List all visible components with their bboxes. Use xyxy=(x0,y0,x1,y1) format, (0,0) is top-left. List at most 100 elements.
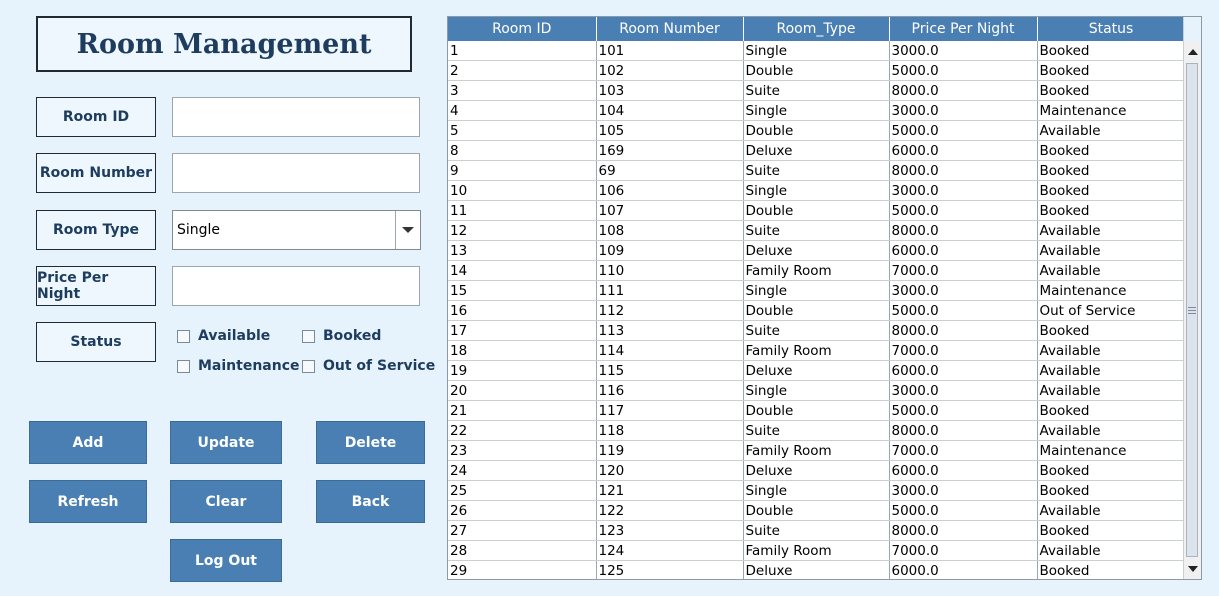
table-cell[interactable]: 103 xyxy=(596,80,744,101)
table-cell[interactable]: 3 xyxy=(448,80,597,101)
table-cell[interactable]: 69 xyxy=(596,160,744,181)
table-cell[interactable]: Suite xyxy=(743,320,890,341)
table-cell[interactable]: 5000.0 xyxy=(889,60,1038,81)
status-available-checkbox[interactable]: Available xyxy=(177,328,270,344)
table-cell[interactable]: 7000.0 xyxy=(889,340,1038,361)
table-cell[interactable]: Family Room xyxy=(743,440,890,461)
table-cell[interactable]: 2 xyxy=(448,60,597,81)
table-row[interactable]: 27 123 Suite 8000.0 Booked xyxy=(448,520,1186,541)
column-header[interactable]: Status xyxy=(1037,17,1186,41)
clear-button[interactable]: Clear xyxy=(170,480,282,523)
table-cell[interactable]: 9 xyxy=(448,160,597,181)
table-cell[interactable]: Single xyxy=(743,180,890,201)
column-header[interactable]: Price Per Night xyxy=(889,17,1038,41)
price-input[interactable] xyxy=(172,266,420,306)
table-row[interactable]: 5 105 Double 5000.0 Available xyxy=(448,120,1186,141)
scroll-thumb[interactable] xyxy=(1186,63,1198,557)
table-row[interactable]: 29 125 Deluxe 6000.0 Booked xyxy=(448,560,1186,579)
table-cell[interactable]: 21 xyxy=(448,400,597,421)
table-row[interactable]: 16 112 Double 5000.0 Out of Service xyxy=(448,300,1186,321)
table-cell[interactable]: Single xyxy=(743,380,890,401)
table-cell[interactable]: 24 xyxy=(448,460,597,481)
table-cell[interactable]: 6000.0 xyxy=(889,560,1038,579)
table-cell[interactable]: 114 xyxy=(596,340,744,361)
checkbox-box[interactable] xyxy=(177,359,190,373)
table-row[interactable]: 3 103 Suite 8000.0 Booked xyxy=(448,80,1186,101)
table-cell[interactable]: 120 xyxy=(596,460,744,481)
table-cell[interactable]: 110 xyxy=(596,260,744,281)
column-header[interactable]: Room ID xyxy=(448,17,597,41)
table-cell[interactable]: 123 xyxy=(596,520,744,541)
table-cell[interactable]: 11 xyxy=(448,200,597,221)
table-cell[interactable]: Booked xyxy=(1037,60,1186,81)
table-cell[interactable]: 17 xyxy=(448,320,597,341)
table-cell[interactable]: Double xyxy=(743,300,890,321)
column-header[interactable]: Room Number xyxy=(596,17,744,41)
table-cell[interactable]: Available xyxy=(1037,500,1186,521)
table-cell[interactable]: 15 xyxy=(448,280,597,301)
table-cell[interactable]: Available xyxy=(1037,240,1186,261)
table-cell[interactable]: Booked xyxy=(1037,140,1186,161)
table-cell[interactable]: 118 xyxy=(596,420,744,441)
table-row[interactable]: 1 101 Single 3000.0 Booked xyxy=(448,41,1186,61)
table-cell[interactable]: 10 xyxy=(448,180,597,201)
dropdown-arrow-button[interactable] xyxy=(395,211,420,249)
checkbox-box[interactable] xyxy=(302,359,315,373)
table-row[interactable]: 23 119 Family Room 7000.0 Maintenance xyxy=(448,440,1186,461)
scroll-down-button[interactable] xyxy=(1184,560,1201,577)
update-button[interactable]: Update xyxy=(170,421,282,464)
table-cell[interactable]: Booked xyxy=(1037,520,1186,541)
table-cell[interactable]: Available xyxy=(1037,360,1186,381)
room-number-input[interactable] xyxy=(172,153,420,193)
table-cell[interactable]: 7000.0 xyxy=(889,260,1038,281)
table-cell[interactable]: Double xyxy=(743,500,890,521)
table-cell[interactable]: Suite xyxy=(743,80,890,101)
table-cell[interactable]: 16 xyxy=(448,300,597,321)
table-row[interactable]: 14 110 Family Room 7000.0 Available xyxy=(448,260,1186,281)
table-row[interactable]: 12 108 Suite 8000.0 Available xyxy=(448,220,1186,241)
table-cell[interactable]: 104 xyxy=(596,100,744,121)
table-cell[interactable]: Available xyxy=(1037,420,1186,441)
table-cell[interactable]: 8000.0 xyxy=(889,320,1038,341)
table-cell[interactable]: 116 xyxy=(596,380,744,401)
table-cell[interactable]: Booked xyxy=(1037,200,1186,221)
table-cell[interactable]: 23 xyxy=(448,440,597,461)
table-cell[interactable]: Suite xyxy=(743,220,890,241)
table-row[interactable]: 26 122 Double 5000.0 Available xyxy=(448,500,1186,521)
table-cell[interactable]: Family Room xyxy=(743,260,890,281)
table-row[interactable]: 2 102 Double 5000.0 Booked xyxy=(448,60,1186,81)
table-row[interactable]: 10 106 Single 3000.0 Booked xyxy=(448,180,1186,201)
table-cell[interactable]: 115 xyxy=(596,360,744,381)
table-cell[interactable]: 8000.0 xyxy=(889,220,1038,241)
rooms-table-panel[interactable]: Room ID Room Number Room_Type Price Per … xyxy=(447,16,1202,580)
table-row[interactable]: 25 121 Single 3000.0 Booked xyxy=(448,480,1186,501)
table-row[interactable]: 8 169 Deluxe 6000.0 Booked xyxy=(448,140,1186,161)
table-cell[interactable]: Booked xyxy=(1037,160,1186,181)
table-cell[interactable]: 27 xyxy=(448,520,597,541)
table-row[interactable]: 24 120 Deluxe 6000.0 Booked xyxy=(448,460,1186,481)
table-row[interactable]: 28 124 Family Room 7000.0 Available xyxy=(448,540,1186,561)
table-cell[interactable]: 6000.0 xyxy=(889,460,1038,481)
table-cell[interactable]: Booked xyxy=(1037,460,1186,481)
table-cell[interactable]: Available xyxy=(1037,540,1186,561)
table-cell[interactable]: Family Room xyxy=(743,540,890,561)
table-cell[interactable]: Out of Service xyxy=(1037,300,1186,321)
table-row[interactable]: 13 109 Deluxe 6000.0 Available xyxy=(448,240,1186,261)
table-cell[interactable]: 121 xyxy=(596,480,744,501)
table-cell[interactable]: Deluxe xyxy=(743,460,890,481)
table-cell[interactable]: Available xyxy=(1037,340,1186,361)
table-cell[interactable]: 105 xyxy=(596,120,744,141)
table-cell[interactable]: 8000.0 xyxy=(889,80,1038,101)
table-cell[interactable]: 125 xyxy=(596,560,744,579)
table-cell[interactable]: 122 xyxy=(596,500,744,521)
table-cell[interactable]: 119 xyxy=(596,440,744,461)
scroll-up-button[interactable] xyxy=(1184,43,1201,60)
table-row[interactable]: 15 111 Single 3000.0 Maintenance xyxy=(448,280,1186,301)
table-cell[interactable]: 169 xyxy=(596,140,744,161)
column-header[interactable]: Room_Type xyxy=(743,17,890,41)
checkbox-box[interactable] xyxy=(177,329,190,343)
table-cell[interactable]: 26 xyxy=(448,500,597,521)
table-cell[interactable]: 25 xyxy=(448,480,597,501)
table-cell[interactable]: Deluxe xyxy=(743,140,890,161)
table-cell[interactable]: 108 xyxy=(596,220,744,241)
